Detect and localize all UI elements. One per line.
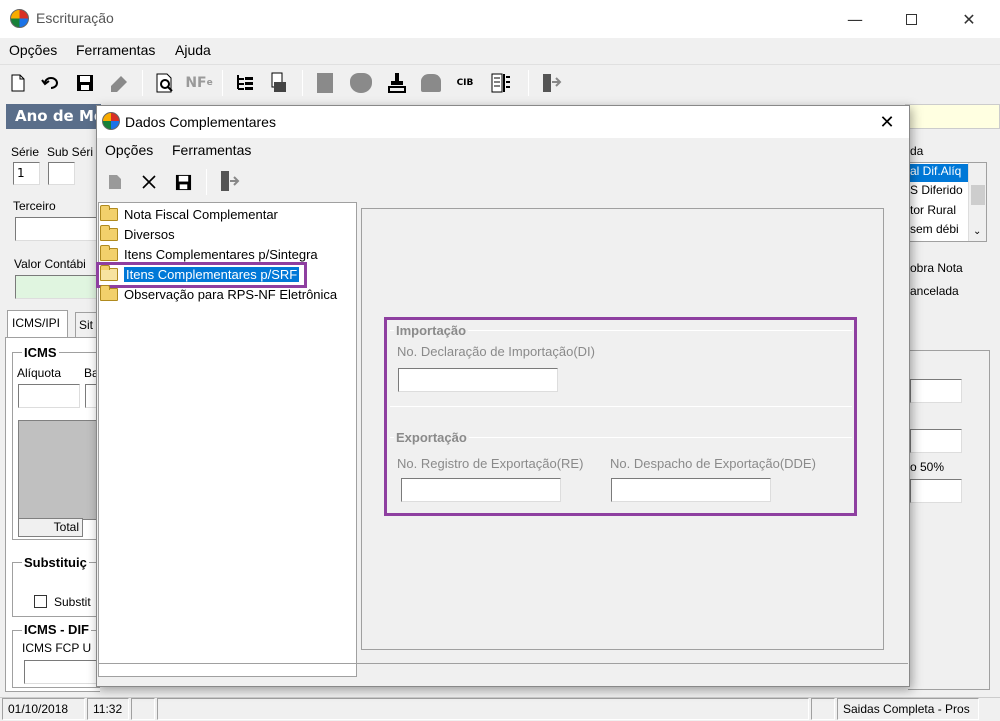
tree-view-icon[interactable] bbox=[232, 70, 258, 96]
dialog-bottom-line bbox=[98, 663, 908, 664]
di-label: No. Declaração de Importação(DI) bbox=[397, 344, 595, 359]
tree-item-diversos[interactable]: Diversos bbox=[100, 225, 175, 244]
importacao-legend: Importação bbox=[394, 323, 469, 338]
dialog-title: Dados Complementares bbox=[125, 114, 276, 130]
right-list-scrollbar[interactable]: ⌄ bbox=[968, 163, 986, 241]
preview-icon[interactable] bbox=[152, 70, 178, 96]
icms-fcp-input[interactable] bbox=[24, 660, 100, 684]
subserie-input[interactable] bbox=[48, 162, 75, 185]
dialog-logo-icon bbox=[102, 112, 120, 130]
report-icon[interactable] bbox=[266, 70, 292, 96]
toolbar-separator bbox=[222, 70, 223, 96]
exportacao-legend: Exportação bbox=[394, 430, 469, 445]
menu-opcoes[interactable]: Opções bbox=[9, 42, 57, 58]
toolbar-separator bbox=[206, 169, 207, 195]
tree-item-nota-fiscal-complementar[interactable]: Nota Fiscal Complementar bbox=[100, 205, 278, 224]
total-cell: Total bbox=[18, 518, 83, 537]
re-input[interactable] bbox=[401, 478, 561, 502]
dialog-menu-ferramentas[interactable]: Ferramentas bbox=[172, 142, 251, 158]
cancelada-checkbox-label: ancelada bbox=[910, 284, 959, 298]
aliquota-input[interactable] bbox=[18, 384, 80, 408]
minimize-button[interactable]: — bbox=[832, 0, 878, 38]
menu-ajuda[interactable]: Ajuda bbox=[175, 42, 211, 58]
right-list-item[interactable]: al Dif.Alíq bbox=[910, 164, 968, 182]
icms-fcp-label: ICMS FCP U bbox=[22, 641, 92, 655]
dialog-exit-door-icon[interactable] bbox=[216, 168, 242, 194]
right-list-item[interactable]: S Diferido bbox=[910, 183, 963, 197]
substit-checkbox-label: Substit bbox=[54, 595, 91, 609]
re-label: No. Registro de Exportação(RE) bbox=[397, 456, 584, 471]
cobra-nota-checkbox-label: obra Nota bbox=[910, 261, 963, 275]
di-input[interactable] bbox=[398, 368, 558, 392]
icms-grid[interactable] bbox=[18, 420, 100, 520]
book-icon[interactable] bbox=[312, 70, 338, 96]
maximize-button[interactable] bbox=[888, 0, 934, 38]
toolbar-separator bbox=[142, 70, 143, 96]
icms-dif-group-title: ICMS - DIF bbox=[22, 622, 91, 637]
dde-label: No. Despacho de Exportação(DDE) bbox=[610, 456, 816, 471]
valor-contabil-input[interactable] bbox=[15, 275, 97, 299]
window-title: Escrituração bbox=[36, 10, 114, 26]
dialog-menu-opcoes[interactable]: Opções bbox=[105, 142, 153, 158]
status-cell-empty bbox=[157, 698, 809, 720]
cib-icon[interactable]: CIB bbox=[452, 70, 478, 96]
status-time: 11:32 bbox=[87, 698, 129, 720]
nfe-icon[interactable]: NF e bbox=[185, 70, 212, 96]
menu-ferramentas[interactable]: Ferramentas bbox=[76, 42, 155, 58]
toolbar-separator bbox=[528, 70, 529, 96]
apple-icon[interactable] bbox=[348, 70, 374, 96]
folder-icon bbox=[100, 225, 118, 241]
terceiro-label: Terceiro bbox=[13, 199, 56, 213]
right-list-item[interactable]: sem débi bbox=[910, 222, 959, 236]
delete-icon[interactable] bbox=[106, 70, 132, 96]
divider-line bbox=[390, 406, 852, 407]
right-input-1[interactable] bbox=[910, 379, 962, 403]
house-icon[interactable] bbox=[418, 70, 444, 96]
toolbar-separator bbox=[302, 70, 303, 96]
form-header: Ano de Mo bbox=[6, 104, 104, 129]
terceiro-input[interactable] bbox=[15, 217, 97, 241]
dialog-close-button[interactable]: ✕ bbox=[866, 107, 908, 137]
save-icon[interactable] bbox=[72, 70, 98, 96]
undo-icon[interactable] bbox=[38, 70, 64, 96]
substit-checkbox[interactable] bbox=[34, 595, 47, 608]
close-button[interactable]: ✕ bbox=[946, 0, 992, 38]
tab-icms-ipi[interactable]: ICMS/IPI bbox=[7, 310, 68, 338]
new-document-icon[interactable] bbox=[5, 70, 31, 96]
right-list-item[interactable]: tor Rural bbox=[910, 203, 956, 217]
right-input-3[interactable] bbox=[910, 479, 962, 503]
status-date: 01/10/2018 bbox=[2, 698, 85, 720]
status-mode: Saidas Completa - Pros bbox=[837, 698, 979, 720]
right-list-header: da bbox=[910, 144, 924, 158]
right-pct-label: o 50% bbox=[910, 460, 945, 474]
folder-icon bbox=[100, 285, 118, 301]
folder-icon bbox=[100, 205, 118, 221]
valor-contabil-label: Valor Contábi bbox=[14, 257, 86, 271]
status-cell-empty bbox=[131, 698, 155, 720]
aliquota-label: Alíquota bbox=[17, 366, 62, 380]
dialog-delete-button[interactable] bbox=[138, 172, 160, 192]
serie-input[interactable]: 1 bbox=[13, 162, 40, 185]
subserie-label: Sub Séri bbox=[47, 145, 94, 159]
app-logo-icon bbox=[10, 9, 29, 28]
tree-item-observacao-rps[interactable]: Observação para RPS-NF Eletrônica bbox=[100, 285, 337, 304]
icms-group-title: ICMS bbox=[22, 345, 59, 360]
substituicao-group-title: Substituiç bbox=[22, 555, 89, 570]
dialog-save-button[interactable] bbox=[172, 172, 194, 192]
serie-label: Série bbox=[11, 145, 40, 159]
exit-door-icon[interactable] bbox=[538, 70, 564, 96]
dde-input[interactable] bbox=[611, 478, 771, 502]
list-book-icon[interactable] bbox=[488, 70, 514, 96]
stamp-icon[interactable] bbox=[384, 70, 410, 96]
right-input-2[interactable] bbox=[910, 429, 962, 453]
folder-icon bbox=[100, 245, 118, 261]
status-cell-empty bbox=[811, 698, 835, 720]
info-bar bbox=[905, 104, 1000, 129]
dialog-new-button[interactable] bbox=[104, 172, 126, 192]
